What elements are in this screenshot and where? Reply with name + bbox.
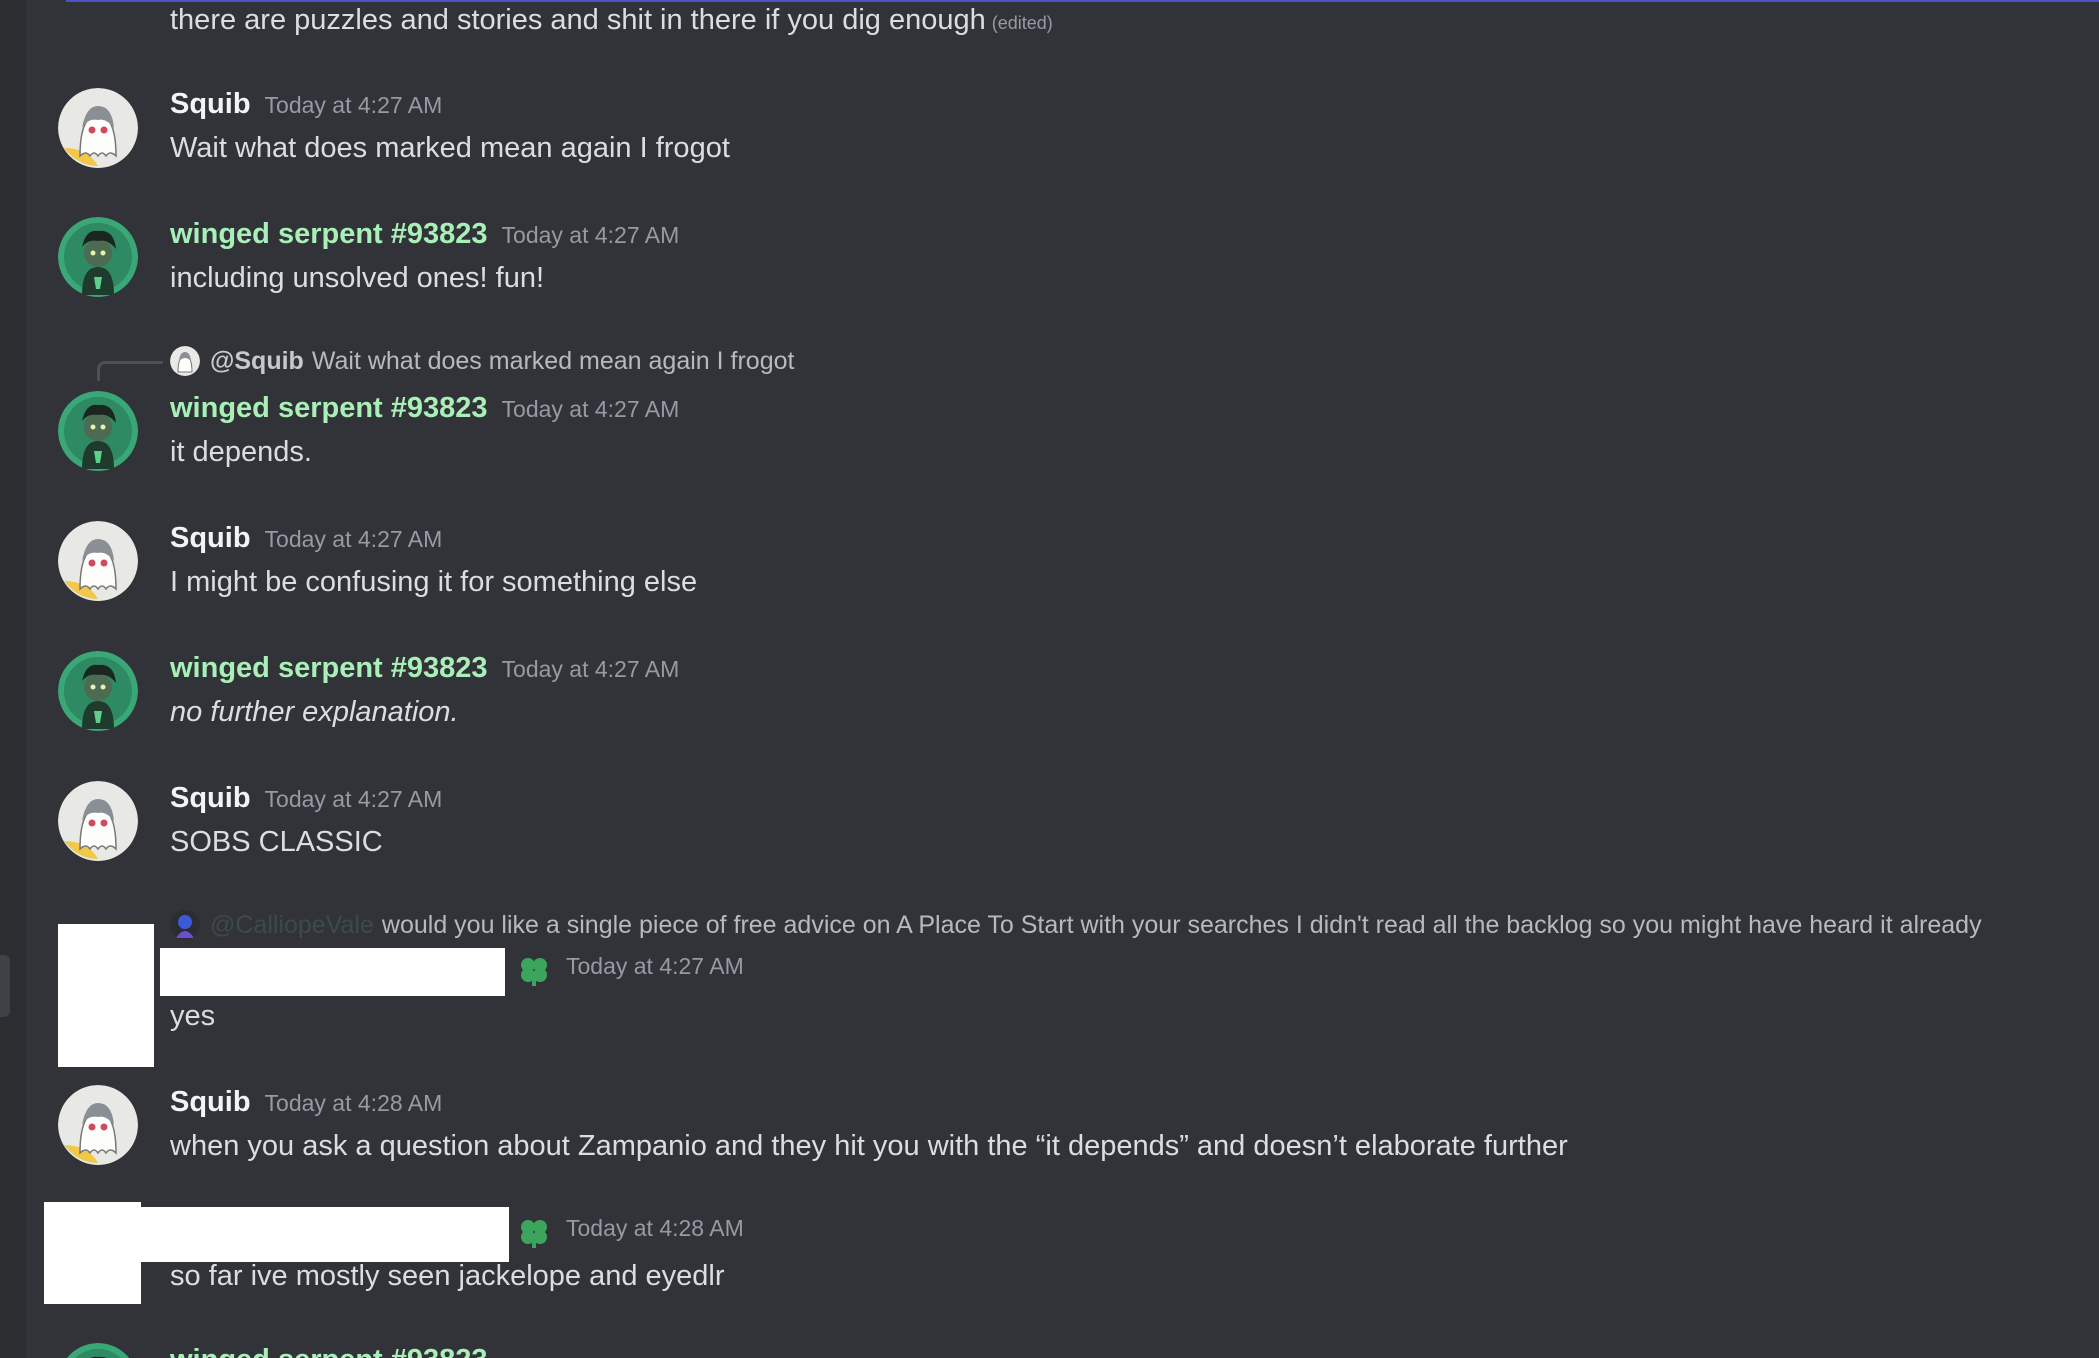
author-name[interactable]: winged serpent #93823: [170, 1344, 488, 1358]
user-mini-avatar-icon: [170, 910, 200, 940]
message-text: it depends.: [170, 436, 312, 468]
redacted-avatar: [58, 924, 154, 1067]
redacted-username: [141, 1207, 509, 1262]
rail-scroll-tab[interactable]: [0, 955, 10, 1017]
ghost-avatar-icon[interactable]: [58, 521, 138, 601]
timestamp[interactable]: Today at 4:27 AM: [265, 92, 443, 118]
ghost-avatar-icon[interactable]: [58, 88, 138, 168]
reply-text[interactable]: would you like a single piece of free ad…: [382, 911, 1982, 940]
timestamp[interactable]: Today at 4:27 AM: [502, 656, 680, 682]
reply-mention[interactable]: @Squib: [210, 347, 304, 376]
serpent-avatar-icon[interactable]: [58, 1343, 138, 1358]
clover-icon[interactable]: [516, 952, 552, 988]
serpent-avatar-icon[interactable]: [58, 391, 138, 471]
new-messages-line: [66, 0, 2099, 2]
author-name[interactable]: winged serpent #93823: [170, 652, 488, 684]
clover-icon[interactable]: [516, 1214, 552, 1250]
author-name[interactable]: Squib: [170, 1086, 251, 1118]
message-text: including unsolved ones! fun!: [170, 262, 545, 294]
author-name[interactable]: winged serpent #93823: [170, 392, 488, 424]
redacted-avatar: [44, 1202, 141, 1304]
reply-preview[interactable]: @Squib Wait what does marked mean again …: [170, 346, 794, 376]
server-rail: [0, 0, 26, 1358]
message-text: I might be confusing it for something el…: [170, 566, 698, 598]
message-text: no further explanation.: [170, 696, 459, 728]
timestamp[interactable]: Today at 4:27 AM: [502, 396, 680, 422]
timestamp[interactable]: Today at 4:28 AM: [265, 1090, 443, 1116]
timestamp[interactable]: Today at 4:28 AM: [566, 1215, 744, 1241]
author-name[interactable]: Squib: [170, 782, 251, 814]
author-name[interactable]: Squib: [170, 88, 251, 120]
reply-mention[interactable]: @CalliopeVale: [210, 911, 374, 940]
ghost-avatar-icon[interactable]: [58, 781, 138, 861]
reply-preview[interactable]: @CalliopeVale would you like a single pi…: [170, 910, 1982, 940]
reply-spine: [97, 361, 163, 381]
redacted-username: [160, 948, 505, 996]
message-text: there are puzzles and stories and shit i…: [170, 4, 986, 36]
message-text: yes: [170, 1000, 216, 1032]
reply-text[interactable]: Wait what does marked mean again I frogo…: [312, 347, 795, 376]
message-text: when you ask a question about Zampanio a…: [170, 1130, 1568, 1162]
ghost-mini-avatar-icon: [170, 346, 200, 376]
message-text: Wait what does marked mean again I frogo…: [170, 132, 730, 164]
author-name[interactable]: Squib: [170, 522, 251, 554]
edited-label: (edited): [991, 13, 1053, 33]
timestamp[interactable]: Today at 4:27 AM: [566, 953, 744, 979]
serpent-avatar-icon[interactable]: [58, 651, 138, 731]
timestamp[interactable]: Today at 4:27 AM: [265, 786, 443, 812]
timestamp[interactable]: Today at 4:27 AM: [265, 526, 443, 552]
serpent-avatar-icon[interactable]: [58, 217, 138, 297]
message-text: so far ive mostly seen jackelope and eye…: [170, 1260, 725, 1292]
timestamp[interactable]: Today at 4:27 AM: [502, 222, 680, 248]
author-name[interactable]: winged serpent #93823: [170, 218, 488, 250]
ghost-avatar-icon[interactable]: [58, 1085, 138, 1165]
message-text: SOBS CLASSIC: [170, 826, 383, 858]
